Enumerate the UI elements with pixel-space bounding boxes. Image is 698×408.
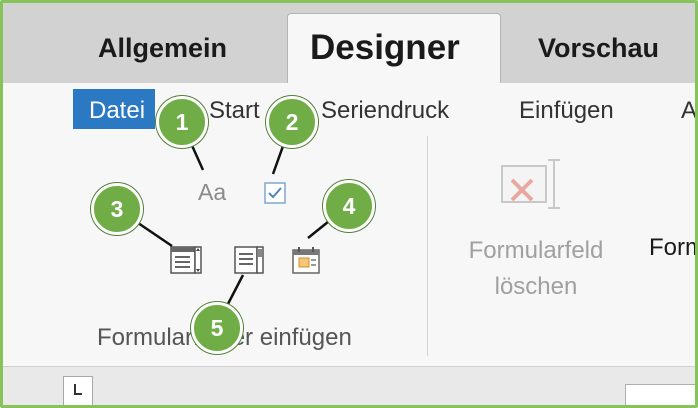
- callout-marker-5: 5: [191, 302, 243, 354]
- callout-marker-1: 1: [156, 96, 208, 148]
- callout-marker-3: 3: [91, 183, 143, 235]
- callout-marker-2: 2: [266, 96, 318, 148]
- callout-marker-4: 4: [323, 180, 375, 232]
